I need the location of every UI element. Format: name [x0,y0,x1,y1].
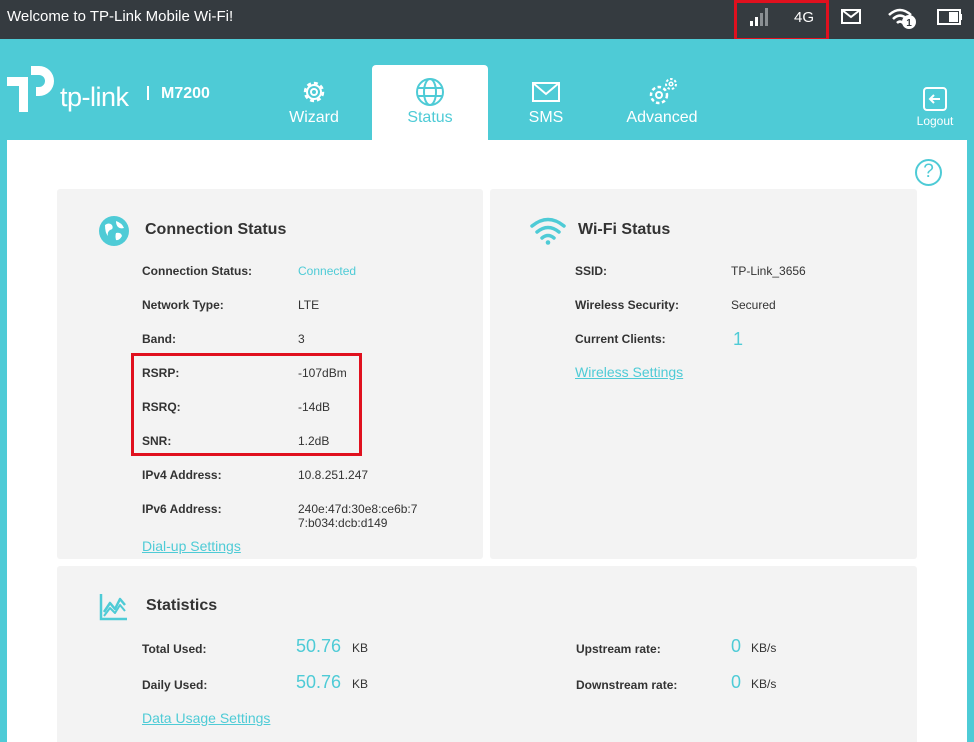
top-status-bar: Welcome to TP-Link Mobile Wi-Fi! 4G 1 [0,0,974,41]
tab-sms-label: SMS [528,109,564,126]
connection-status-card: Connection Status Connection Status: Con… [57,189,483,559]
data-usage-settings-link[interactable]: Data Usage Settings [142,710,270,726]
dial-up-settings-link[interactable]: Dial-up Settings [142,538,241,554]
wifi-clients-icon[interactable]: 1 [887,6,919,30]
network-type-label: Network Type: [142,298,224,312]
welcome-text: Welcome to TP-Link Mobile Wi-Fi! [7,8,234,25]
connection-status-label: Connection Status: [142,264,252,278]
brand-divider [147,86,149,100]
ipv6-address-value-line2: 7:b034:dcb:d149 [298,516,388,530]
total-used-label: Total Used: [142,642,207,656]
daily-used-value: 50.76 [296,672,342,692]
connection-status-value: Connected [298,264,357,278]
current-clients-label: Current Clients: [575,332,666,346]
daily-used-label: Daily Used: [142,678,208,692]
mail-icon[interactable] [841,9,861,24]
logout-button[interactable]: Logout [915,86,955,128]
ipv6-address-value-line1: 240e:47d:30e8:ce6b:7 [298,502,418,516]
highlight-box-signal-metrics [131,353,362,456]
highlight-box-signal [734,0,829,41]
main-content: ? Connection Status Connection Status: C… [7,140,967,742]
brand-name: tp-link [60,82,129,112]
upstream-rate-label: Upstream rate: [576,642,661,656]
gear-icon [303,81,325,103]
network-type-value: LTE [298,298,320,312]
main-header: tp-link M7200 Wizard Status SMS Advanced… [0,39,974,140]
upstream-rate-value: 0 [731,636,742,656]
downstream-rate-label: Downstream rate: [576,678,678,692]
tab-advanced-label: Advanced [626,109,698,126]
current-clients-value[interactable]: 1 [733,329,743,350]
downstream-rate-unit: KB/s [751,677,777,691]
wifi-status-card: Wi-Fi Status SSID: TP-Link_3656 Wireless… [490,189,917,559]
tab-status[interactable]: Status [372,65,488,140]
wifi-status-title: Wi-Fi Status [578,221,671,238]
band-value: 3 [298,332,305,346]
ssid-value: TP-Link_3656 [731,264,806,278]
logout-icon [923,87,947,111]
ipv4-address-value: 10.8.251.247 [298,468,369,482]
statistics-title: Statistics [146,597,218,614]
tab-sms[interactable]: SMS [488,65,604,140]
globe-filled-icon [99,216,129,246]
model-name: M7200 [161,85,210,102]
logout-label: Logout [916,114,954,128]
total-used-unit: KB [352,641,369,655]
network-type-indicator: 4G [794,9,815,26]
wireless-security-value: Secured [731,298,776,312]
line-chart-icon [99,594,127,621]
connection-status-title: Connection Status [145,221,287,238]
globe-icon [416,78,444,106]
daily-used-unit: KB [352,677,369,691]
band-label: Band: [142,332,176,346]
tab-wizard-label: Wizard [289,109,339,126]
help-button[interactable]: ? [915,159,942,186]
wireless-settings-link[interactable]: Wireless Settings [575,364,683,380]
signal-bars-icon [750,8,768,26]
upstream-rate-unit: KB/s [751,641,777,655]
envelope-icon [532,82,560,102]
battery-icon [937,9,962,25]
wifi-clients-badge: 1 [906,18,912,29]
tab-status-label: Status [407,109,453,126]
total-used-value: 50.76 [296,636,342,656]
downstream-rate-value: 0 [731,672,742,692]
ipv6-address-label: IPv6 Address: [142,502,222,516]
ssid-label: SSID: [575,264,608,278]
wireless-security-label: Wireless Security: [575,298,679,312]
gears-icon [649,78,677,105]
wifi-icon [530,217,566,245]
tp-link-logo-icon [7,66,54,112]
tab-advanced[interactable]: Advanced [604,65,720,140]
ipv4-address-label: IPv4 Address: [142,468,222,482]
tab-wizard[interactable]: Wizard [256,65,372,140]
statistics-card: Statistics Total Used: 50.76 KB Daily Us… [57,566,917,742]
